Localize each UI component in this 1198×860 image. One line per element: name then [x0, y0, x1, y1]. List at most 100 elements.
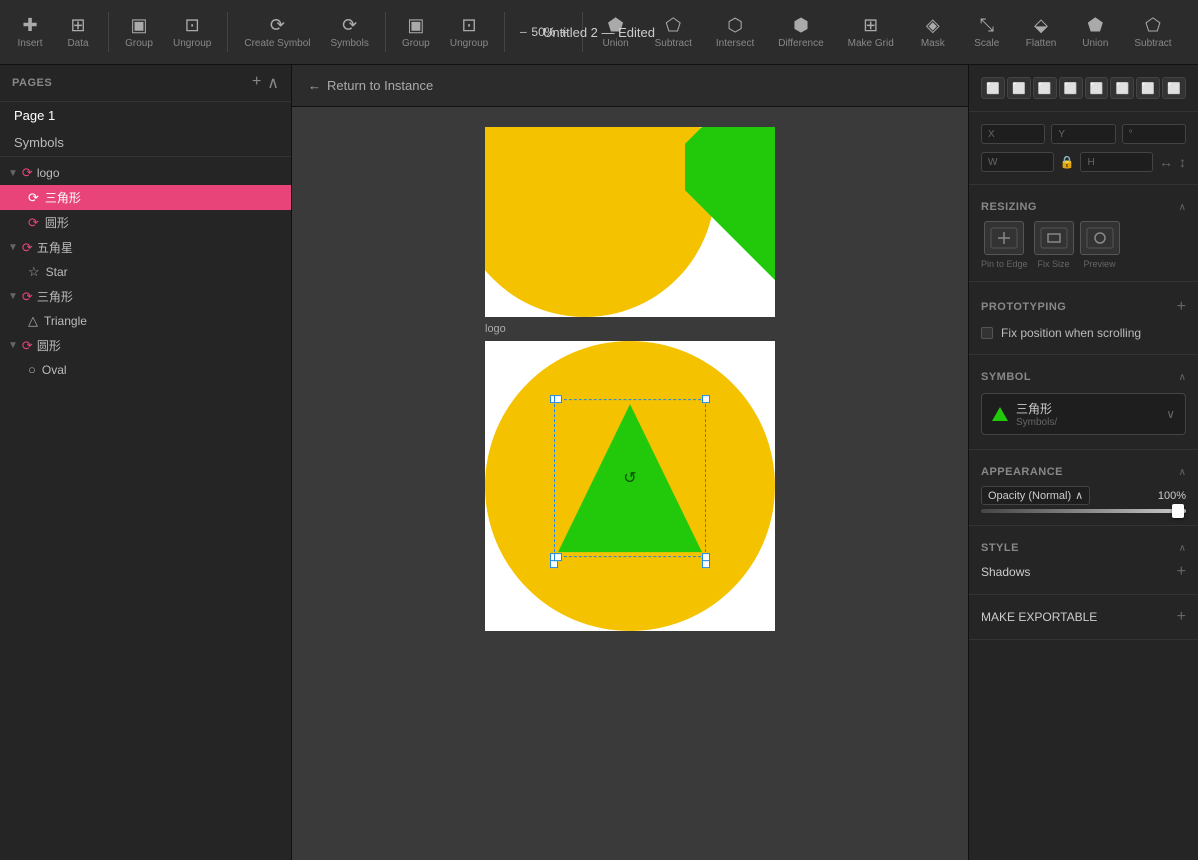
add-proto-button[interactable]: +: [1177, 298, 1186, 316]
w-input[interactable]: 294: [1004, 156, 1047, 168]
resizing-header[interactable]: RESIZING ∧: [969, 193, 1198, 217]
x-input[interactable]: 141: [1004, 128, 1038, 140]
h-field[interactable]: H 294: [1080, 152, 1153, 172]
mask-label: Mask: [921, 38, 945, 49]
h-input[interactable]: 294: [1103, 156, 1146, 168]
opacity-dropdown-icon: ∧: [1075, 489, 1083, 502]
flip-h-button[interactable]: ↔: [1159, 154, 1173, 170]
align-right-button[interactable]: ⬜: [1033, 77, 1057, 99]
triangle2-label: Triangle: [44, 314, 87, 328]
layer-group-triangle: ▼ ⟳ 三角形 △ Triangle: [0, 284, 291, 333]
lock-icon[interactable]: 🔒: [1060, 155, 1075, 169]
group2-button[interactable]: ▣ Group: [394, 11, 438, 53]
star-shape-icon: ☆: [28, 264, 40, 280]
fix-size-option[interactable]: Fix Size: [1034, 221, 1074, 269]
align-left-button[interactable]: ⬜: [981, 77, 1005, 99]
intersect-button[interactable]: ⬡ Intersect: [706, 11, 764, 53]
artboard-2[interactable]: ↺: [485, 341, 775, 631]
mask-button[interactable]: ◈ Mask: [908, 11, 958, 53]
align-top-button[interactable]: ⬜: [1059, 77, 1083, 99]
align-middle-v-button[interactable]: ⬜: [1085, 77, 1109, 99]
opacity-slider-thumb[interactable]: [1172, 504, 1184, 518]
page-item-symbols[interactable]: Symbols: [0, 129, 291, 156]
make-grid-label: Make Grid: [848, 38, 894, 49]
fix-position-checkbox[interactable]: [981, 327, 993, 339]
layer-item-star[interactable]: ☆ Star: [0, 260, 291, 284]
distribute-h-button[interactable]: ⬜: [1136, 77, 1160, 99]
flatten-button[interactable]: ⬙ Flatten: [1016, 11, 1067, 53]
x-field[interactable]: X 141: [981, 124, 1045, 144]
union2-button[interactable]: ⬟ Union: [1070, 11, 1120, 53]
layer-group-pentagon-header[interactable]: ▼ ⟳ 五角星: [0, 235, 291, 260]
scale-icon: ⤡: [980, 15, 994, 36]
shadows-row[interactable]: Shadows +: [969, 558, 1198, 586]
ungroup-label: Ungroup: [173, 38, 211, 49]
layer-group-triangle-header[interactable]: ▼ ⟳ 三角形: [0, 284, 291, 309]
layer-item-triangle2[interactable]: △ Triangle: [0, 309, 291, 333]
ungroup2-button[interactable]: ⊡ Ungroup: [442, 11, 496, 53]
symbol-header[interactable]: SYMBOL ∧: [969, 363, 1198, 387]
rotation-input[interactable]: 0: [1145, 128, 1179, 140]
artboard-1[interactable]: [485, 127, 775, 317]
difference-button[interactable]: ⬢ Difference: [768, 11, 833, 53]
subtract2-button[interactable]: ⬠ Subtract: [1124, 11, 1181, 53]
ungroup-icon: ⊡: [185, 15, 200, 36]
handle-tr: [702, 395, 710, 403]
main-layout: PAGES + ∧ Page 1 Symbols ▼ ⟳ logo: [0, 65, 1198, 860]
symbols-button[interactable]: ⟳ Symbols: [323, 11, 377, 53]
w-field[interactable]: W 294: [981, 152, 1054, 172]
y-input[interactable]: 122: [1074, 128, 1108, 140]
y-field[interactable]: Y 122: [1051, 124, 1115, 144]
style-header[interactable]: STYLE ∧: [969, 534, 1198, 558]
return-bar: ← Return to Instance: [292, 65, 968, 107]
opacity-slider[interactable]: [981, 509, 1186, 513]
data-button[interactable]: ⊞ Data: [56, 11, 100, 53]
add-export-button[interactable]: +: [1177, 609, 1186, 625]
create-symbol-button[interactable]: ⟳ Create Symbol: [236, 11, 318, 53]
pages-header: PAGES + ∧: [0, 65, 291, 102]
make-grid-button[interactable]: ⊞ Make Grid: [838, 11, 904, 53]
symbols-icon: ⟳: [342, 15, 357, 36]
layer-group-oval-header[interactable]: ▼ ⟳ 圆形: [0, 333, 291, 358]
layer-group-logo: ▼ ⟳ logo ⟳ 三角形 ⟳ 圆形: [0, 161, 291, 235]
add-page-button[interactable]: +: [252, 73, 261, 93]
preview-option[interactable]: Preview: [1080, 221, 1120, 269]
layer-group-logo-header[interactable]: ▼ ⟳ logo: [0, 161, 291, 185]
add-shadow-button[interactable]: +: [1177, 564, 1186, 580]
handle-tm: [554, 395, 562, 403]
canvas-area[interactable]: ← Return to Instance: [292, 65, 968, 860]
layer-item-triangle1[interactable]: ⟳ 三角形: [0, 185, 291, 210]
collapse-pages-button[interactable]: ∧: [267, 73, 279, 93]
scale-button[interactable]: ⤡ Scale: [962, 11, 1012, 53]
page-item-page1[interactable]: Page 1: [0, 102, 291, 129]
layer-item-oval1[interactable]: ⟳ 圆形: [0, 210, 291, 235]
ungroup-button[interactable]: ⊡ Ungroup: [165, 11, 219, 53]
appearance-header[interactable]: APPEARANCE ∧: [969, 458, 1198, 482]
union2-label: Union: [1082, 38, 1108, 49]
layer-item-oval2[interactable]: ○ Oval: [0, 358, 291, 381]
appearance-title: APPEARANCE: [981, 466, 1063, 478]
intersect-label: Intersect: [716, 38, 754, 49]
ungroup2-label: Ungroup: [450, 38, 488, 49]
exportable-row[interactable]: MAKE EXPORTABLE +: [969, 603, 1198, 631]
flip-v-button[interactable]: ↕: [1179, 154, 1186, 170]
pin-to-edge-option[interactable]: Pin to Edge: [981, 221, 1028, 269]
yellow-circle-1: [485, 127, 715, 317]
prototyping-header[interactable]: PROTOTYPING +: [969, 290, 1198, 320]
symbol-selector[interactable]: 三角形 Symbols/ ∨: [981, 393, 1186, 435]
group-button[interactable]: ▣ Group: [117, 11, 161, 53]
chevron-down-icon: ▼: [8, 242, 18, 253]
rotation-field[interactable]: ° 0: [1122, 124, 1186, 144]
canvas-content[interactable]: logo: [292, 107, 968, 860]
zoom-out-button[interactable]: −: [519, 24, 527, 40]
insert-button[interactable]: ✚ Insert: [8, 11, 52, 53]
align-bottom-button[interactable]: ⬜: [1110, 77, 1134, 99]
pages-actions: + ∧: [252, 73, 279, 93]
opacity-mode-select[interactable]: Opacity (Normal) ∧: [981, 486, 1090, 505]
return-to-instance-button[interactable]: ← Return to Instance: [308, 78, 433, 93]
preview-icon: [1080, 221, 1120, 255]
prototyping-section: PROTOTYPING + Fix position when scrollin…: [969, 282, 1198, 355]
distribute-v-button[interactable]: ⬜: [1162, 77, 1186, 99]
star-label: Star: [46, 265, 68, 279]
align-center-h-button[interactable]: ⬜: [1007, 77, 1031, 99]
